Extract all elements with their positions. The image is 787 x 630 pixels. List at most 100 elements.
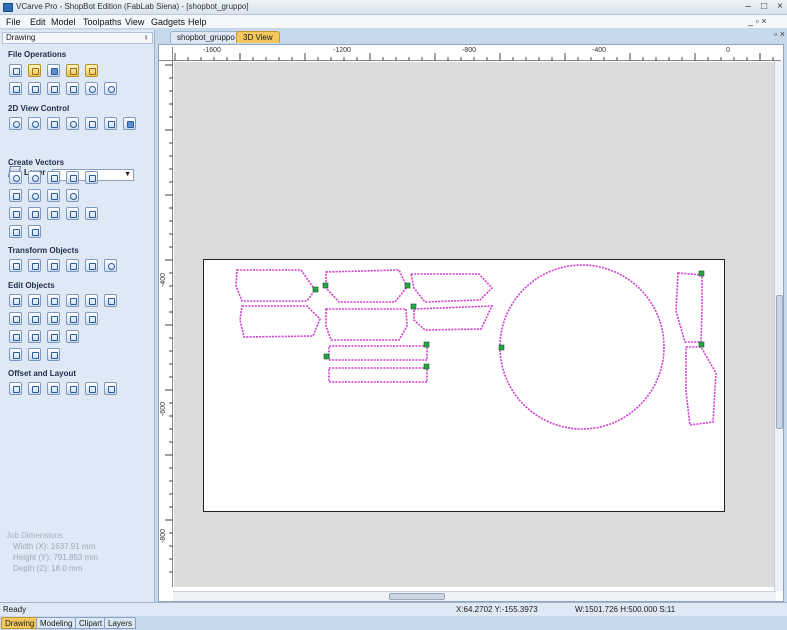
zoom-extents-icon[interactable] — [47, 117, 60, 130]
distort-icon[interactable] — [85, 259, 98, 272]
minimize-button[interactable]: – — [746, 1, 752, 12]
group-icon[interactable] — [66, 294, 79, 307]
zoom-material-icon[interactable] — [85, 117, 98, 130]
menu-file[interactable]: File — [6, 17, 21, 27]
move-tool-icon[interactable] — [9, 259, 22, 272]
new-file-icon[interactable] — [9, 64, 22, 77]
pin-icon[interactable]: ♀ — [143, 33, 149, 42]
fillet-icon[interactable] — [66, 312, 79, 325]
menu-model[interactable]: Model — [51, 17, 76, 27]
vertical-scroll-thumb[interactable] — [776, 295, 783, 429]
polyline-tool-icon[interactable] — [9, 189, 22, 202]
array-copy-icon[interactable] — [28, 382, 41, 395]
tab-layers[interactable]: Layers — [104, 617, 137, 629]
copy-icon[interactable] — [47, 82, 60, 95]
save-icon[interactable] — [47, 64, 60, 77]
vector-layer[interactable] — [174, 62, 776, 587]
vector-node — [312, 286, 319, 293]
scissors-icon[interactable] — [85, 312, 98, 325]
zoom-selection-icon[interactable] — [66, 117, 79, 130]
circle-tool-icon[interactable] — [9, 171, 22, 184]
curve-tool-icon[interactable] — [47, 189, 60, 202]
nesting-icon[interactable] — [85, 382, 98, 395]
tab-drawing[interactable]: Drawing — [1, 617, 39, 629]
vector-node — [698, 270, 705, 277]
tab-shopbot-gruppo[interactable]: shopbot_gruppo — [170, 31, 242, 43]
set-size-icon[interactable] — [28, 259, 41, 272]
redo-icon[interactable] — [104, 82, 117, 95]
v-join-icon[interactable] — [28, 330, 41, 343]
intersect-icon[interactable] — [47, 312, 60, 325]
vector-node — [423, 341, 430, 348]
tile-icon[interactable] — [104, 382, 117, 395]
subtract-icon[interactable] — [28, 312, 41, 325]
section-create-vectors: Create Vectors — [8, 158, 65, 167]
close-button[interactable]: × — [777, 1, 783, 12]
trim-icon[interactable] — [47, 348, 60, 361]
vertical-scrollbar[interactable] — [774, 61, 783, 591]
close-vector-icon[interactable] — [9, 348, 22, 361]
menu-gadgets[interactable]: Gadgets — [151, 17, 185, 27]
view-window-controls[interactable]: ▫ × — [774, 29, 785, 39]
mdi-controls[interactable]: _ ▫ × — [748, 16, 766, 26]
spiral-tool-icon[interactable] — [66, 189, 79, 202]
ruler-top-label: -800 — [462, 47, 477, 54]
undo-icon[interactable] — [85, 82, 98, 95]
ruler-top-label: -400 — [592, 47, 607, 54]
menu-view[interactable]: View — [125, 17, 144, 27]
polygon-tool-icon[interactable] — [66, 171, 79, 184]
rectangle-tool-icon[interactable] — [47, 171, 60, 184]
import-vector-icon[interactable] — [85, 64, 98, 77]
menu-edit[interactable]: Edit — [30, 17, 46, 27]
text-tool-icon[interactable] — [9, 207, 22, 220]
job-setup-icon[interactable] — [9, 82, 22, 95]
paste-icon[interactable] — [66, 82, 79, 95]
app-icon[interactable] — [3, 3, 13, 12]
crown-tool-icon[interactable] — [85, 207, 98, 220]
dimension-tool-icon[interactable] — [66, 207, 79, 220]
import-folder-icon[interactable] — [66, 64, 79, 77]
tab-clipart[interactable]: Clipart — [75, 617, 107, 629]
join-open-icon[interactable] — [9, 330, 22, 343]
drawing-canvas[interactable] — [174, 62, 776, 587]
status-selection-size: W:1501.726 H:500.000 S:11 — [575, 605, 676, 614]
pen-icon[interactable] — [104, 294, 117, 307]
view-fill-icon[interactable] — [123, 117, 136, 130]
direction-icon[interactable] — [66, 330, 79, 343]
draw-tool-icon[interactable] — [9, 225, 22, 238]
interactive-trim-icon[interactable] — [47, 294, 60, 307]
ruler-top: -1600 -1200 -800 -400 0 — [173, 47, 781, 61]
align-objects-icon[interactable] — [66, 259, 79, 272]
cut-icon[interactable] — [28, 82, 41, 95]
horizontal-scrollbar[interactable] — [173, 591, 776, 601]
menu-toolpaths[interactable]: Toolpaths — [83, 17, 122, 27]
star-tool-icon[interactable] — [85, 171, 98, 184]
view-toggle-icon[interactable] — [104, 117, 117, 130]
align-center-icon[interactable] — [47, 259, 60, 272]
arc-tool-icon[interactable] — [28, 189, 41, 202]
extend-icon[interactable] — [28, 348, 41, 361]
weld-icon[interactable] — [9, 312, 22, 325]
open-folder-icon[interactable] — [28, 64, 41, 77]
tab-modeling[interactable]: Modeling — [36, 617, 77, 629]
text-on-curve-icon[interactable] — [28, 207, 41, 220]
offset-icon[interactable] — [9, 382, 22, 395]
ruler-corner — [159, 47, 173, 61]
pan-icon[interactable] — [9, 117, 22, 130]
maximize-button[interactable]: □ — [761, 1, 767, 12]
measure-tool-icon[interactable] — [28, 225, 41, 238]
copy-along-vectors-icon[interactable] — [66, 382, 79, 395]
tab-3d-view[interactable]: 3D View — [236, 31, 280, 43]
circular-array-icon[interactable] — [47, 382, 60, 395]
select-icon[interactable] — [9, 294, 22, 307]
horizontal-scroll-thumb[interactable] — [389, 593, 445, 600]
menu-help[interactable]: Help — [188, 17, 207, 27]
ellipse-tool-icon[interactable] — [28, 171, 41, 184]
zoom-icon[interactable] — [28, 117, 41, 130]
auto-layout-text-icon[interactable] — [47, 207, 60, 220]
node-edit-icon[interactable] — [28, 294, 41, 307]
ruler-top-ticks — [174, 53, 774, 61]
rotate-icon[interactable] — [104, 259, 117, 272]
check-icon[interactable] — [47, 330, 60, 343]
ungroup-icon[interactable] — [85, 294, 98, 307]
